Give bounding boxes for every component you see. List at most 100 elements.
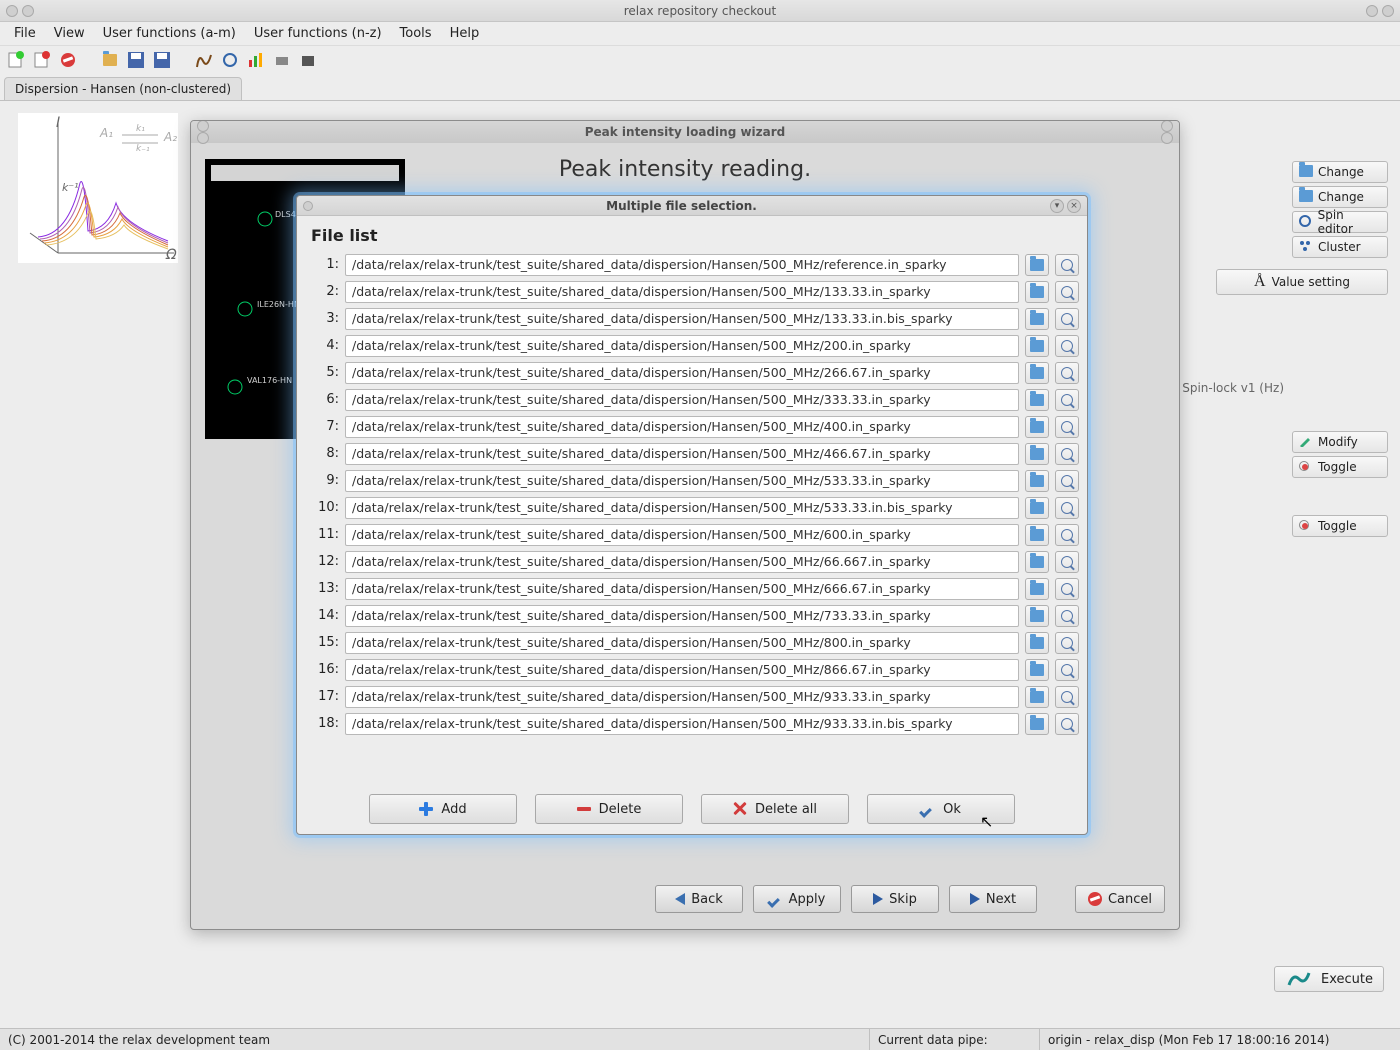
preview-button[interactable] bbox=[1055, 254, 1079, 276]
browse-button[interactable] bbox=[1025, 578, 1049, 600]
file-path-input[interactable] bbox=[345, 578, 1019, 600]
toolbar-stop-icon[interactable] bbox=[58, 50, 78, 70]
value-setting-button[interactable]: ÅValue setting bbox=[1216, 269, 1388, 295]
wizard-cancel-button[interactable]: Cancel bbox=[1075, 885, 1165, 913]
wizard-menu-icon[interactable] bbox=[197, 120, 209, 132]
window-close-icon[interactable] bbox=[1382, 5, 1394, 17]
wizard-back-button[interactable]: Back bbox=[655, 885, 743, 913]
menu-help[interactable]: Help bbox=[442, 23, 488, 44]
toolbar-saveas-icon[interactable] bbox=[152, 50, 172, 70]
wizard-next-button[interactable]: Next bbox=[949, 885, 1037, 913]
preview-button[interactable] bbox=[1055, 281, 1079, 303]
wizard-max-icon[interactable] bbox=[1161, 120, 1173, 132]
preview-button[interactable] bbox=[1055, 524, 1079, 546]
browse-button[interactable] bbox=[1025, 281, 1049, 303]
cluster-button[interactable]: Cluster bbox=[1292, 236, 1388, 258]
file-path-input[interactable] bbox=[345, 416, 1019, 438]
preview-button[interactable] bbox=[1055, 686, 1079, 708]
file-path-input[interactable] bbox=[345, 497, 1019, 519]
window-max-icon[interactable] bbox=[1366, 5, 1378, 17]
tab-dispersion[interactable]: Dispersion - Hansen (non-clustered) bbox=[4, 77, 242, 100]
filedlg-menu-icon[interactable] bbox=[303, 201, 313, 211]
filedlg-close-icon[interactable]: × bbox=[1067, 199, 1081, 213]
menu-file[interactable]: File bbox=[6, 23, 44, 44]
browse-button[interactable] bbox=[1025, 362, 1049, 384]
toolbar-db-icon[interactable] bbox=[298, 50, 318, 70]
browse-button[interactable] bbox=[1025, 497, 1049, 519]
execute-button[interactable]: Execute bbox=[1274, 966, 1384, 992]
browse-button[interactable] bbox=[1025, 470, 1049, 492]
window-menu-icon[interactable] bbox=[6, 5, 18, 17]
preview-button[interactable] bbox=[1055, 362, 1079, 384]
preview-button[interactable] bbox=[1055, 497, 1079, 519]
wizard-skip-button[interactable]: Skip bbox=[851, 885, 939, 913]
menu-view[interactable]: View bbox=[46, 23, 93, 44]
preview-button[interactable] bbox=[1055, 659, 1079, 681]
file-path-input[interactable] bbox=[345, 308, 1019, 330]
file-path-input[interactable] bbox=[345, 362, 1019, 384]
preview-button[interactable] bbox=[1055, 632, 1079, 654]
browse-button[interactable] bbox=[1025, 686, 1049, 708]
toolbar-close-icon[interactable] bbox=[32, 50, 52, 70]
file-path-input[interactable] bbox=[345, 605, 1019, 627]
toolbar-pipe-icon[interactable] bbox=[272, 50, 292, 70]
modify-button[interactable]: Modify bbox=[1292, 431, 1388, 453]
browse-button[interactable] bbox=[1025, 416, 1049, 438]
preview-button[interactable] bbox=[1055, 389, 1079, 411]
wizard-close-icon[interactable] bbox=[1161, 132, 1173, 144]
browse-button[interactable] bbox=[1025, 524, 1049, 546]
toolbar-spin-icon[interactable] bbox=[220, 50, 240, 70]
menu-userfn-am[interactable]: User functions (a-m) bbox=[95, 23, 244, 44]
preview-button[interactable] bbox=[1055, 470, 1079, 492]
file-path-input[interactable] bbox=[345, 335, 1019, 357]
filedlg-minimize-icon[interactable]: ▾ bbox=[1050, 199, 1064, 213]
preview-button[interactable] bbox=[1055, 605, 1079, 627]
preview-button[interactable] bbox=[1055, 335, 1079, 357]
browse-button[interactable] bbox=[1025, 335, 1049, 357]
preview-button[interactable] bbox=[1055, 308, 1079, 330]
preview-button[interactable] bbox=[1055, 713, 1079, 735]
toggle-button-1[interactable]: Toggle bbox=[1292, 456, 1388, 478]
spin-editor-button[interactable]: Spin editor bbox=[1292, 211, 1388, 233]
delete-all-button[interactable]: Delete all bbox=[701, 794, 849, 824]
wizard-apply-button[interactable]: Apply bbox=[753, 885, 841, 913]
menu-tools[interactable]: Tools bbox=[392, 23, 440, 44]
file-path-input[interactable] bbox=[345, 686, 1019, 708]
preview-button[interactable] bbox=[1055, 578, 1079, 600]
window-minimize-icon[interactable] bbox=[22, 5, 34, 17]
browse-button[interactable] bbox=[1025, 659, 1049, 681]
preview-button[interactable] bbox=[1055, 551, 1079, 573]
toolbar-relax-icon[interactable] bbox=[194, 50, 214, 70]
file-path-input[interactable] bbox=[345, 443, 1019, 465]
file-path-input[interactable] bbox=[345, 389, 1019, 411]
browse-button[interactable] bbox=[1025, 443, 1049, 465]
file-path-input[interactable] bbox=[345, 659, 1019, 681]
file-path-input[interactable] bbox=[345, 713, 1019, 735]
toolbar-chart-icon[interactable] bbox=[246, 50, 266, 70]
change-button-2[interactable]: Change bbox=[1292, 186, 1388, 208]
browse-button[interactable] bbox=[1025, 308, 1049, 330]
menu-userfn-nz[interactable]: User functions (n-z) bbox=[246, 23, 390, 44]
preview-button[interactable] bbox=[1055, 416, 1079, 438]
browse-button[interactable] bbox=[1025, 632, 1049, 654]
toolbar-new-icon[interactable] bbox=[6, 50, 26, 70]
add-button[interactable]: Add bbox=[369, 794, 517, 824]
browse-button[interactable] bbox=[1025, 605, 1049, 627]
toolbar-open-icon[interactable] bbox=[100, 50, 120, 70]
browse-button[interactable] bbox=[1025, 389, 1049, 411]
file-path-input[interactable] bbox=[345, 281, 1019, 303]
delete-button[interactable]: Delete bbox=[535, 794, 683, 824]
file-path-input[interactable] bbox=[345, 551, 1019, 573]
file-path-input[interactable] bbox=[345, 524, 1019, 546]
change-button-1[interactable]: Change bbox=[1292, 161, 1388, 183]
ok-button[interactable]: Ok bbox=[867, 794, 1015, 824]
file-list[interactable]: 1:2:3:4:5:6:7:8:9:10:11:12:13:14:15:16:1… bbox=[297, 251, 1087, 784]
wizard-min-icon[interactable] bbox=[197, 132, 209, 144]
preview-button[interactable] bbox=[1055, 443, 1079, 465]
file-path-input[interactable] bbox=[345, 470, 1019, 492]
toolbar-save-icon[interactable] bbox=[126, 50, 146, 70]
toggle-button-2[interactable]: Toggle bbox=[1292, 515, 1388, 537]
file-path-input[interactable] bbox=[345, 632, 1019, 654]
file-path-input[interactable] bbox=[345, 254, 1019, 276]
browse-button[interactable] bbox=[1025, 254, 1049, 276]
